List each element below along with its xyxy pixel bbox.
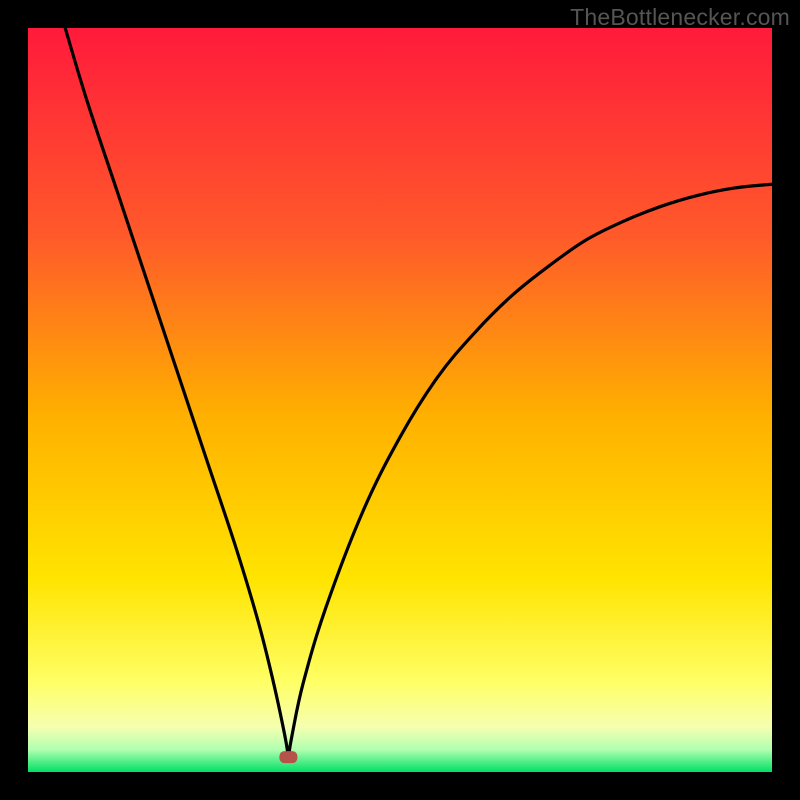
optimum-marker: [279, 751, 297, 763]
watermark-label: TheBottlenecker.com: [570, 4, 790, 31]
chart-frame: [28, 28, 772, 772]
gradient-background: [28, 28, 772, 772]
bottleneck-chart: [28, 28, 772, 772]
